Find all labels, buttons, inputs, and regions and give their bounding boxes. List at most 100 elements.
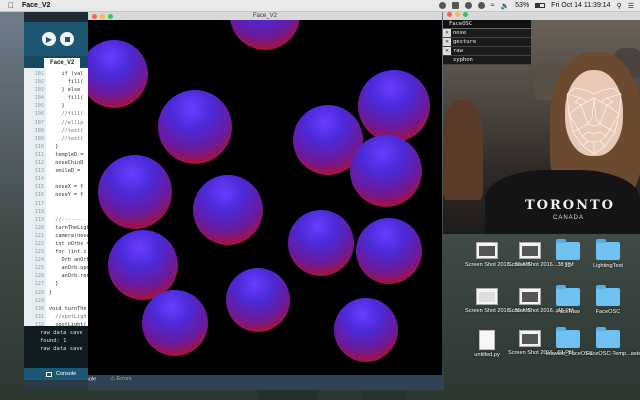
orb-sphere — [142, 290, 208, 356]
line-number: 117 — [34, 200, 44, 207]
option-gesture[interactable]: ✕ gesture — [443, 38, 531, 47]
line-number: 105 — [34, 103, 44, 110]
line-number: 118 — [34, 208, 44, 215]
line-number: 106 — [34, 111, 44, 118]
minimize-button[interactable] — [455, 12, 460, 17]
code-editor[interactable]: 101 102 103 104 105 106 107 108 109 110 111 112 113 1… — [24, 68, 88, 328]
notification-center-icon[interactable]: ☰ — [628, 2, 634, 10]
zoom-button[interactable] — [463, 12, 468, 17]
close-button[interactable] — [447, 12, 452, 17]
volume-icon[interactable]: 🔈 — [500, 2, 509, 10]
orb-sphere — [108, 230, 178, 300]
desktop-icon[interactable]: Screen Shot 2016...35 AM — [465, 288, 530, 315]
code-line: spotLight( — [49, 321, 87, 326]
line-number: 129 — [34, 297, 44, 304]
sketch-window[interactable]: Face_V2 — [88, 12, 442, 375]
desktop-icon[interactable]: Screen Shot 2016...33 AM — [465, 242, 531, 269]
app-menu[interactable]: Face_V2 — [22, 2, 50, 9]
desktop-icon-label: FaceOSC — [595, 309, 621, 315]
orb-sphere — [88, 40, 148, 108]
apple-menu-icon[interactable]:  — [8, 1, 14, 10]
orb-sphere — [230, 20, 300, 50]
battery-percent[interactable]: 53% — [515, 2, 529, 9]
faceosc-window[interactable]: TORONTO CANADA FaceOSC ✕ nose ✕ gesture ✕ r… — [443, 12, 640, 234]
code-line: Orb anOrb — [49, 257, 88, 264]
screenshot-icon — [519, 330, 541, 347]
orb-sphere — [226, 268, 290, 332]
desktop-icon[interactable]: LightingTest — [586, 239, 630, 270]
option-syphon[interactable]: syphon — [443, 56, 531, 65]
line-number: 130 — [34, 305, 44, 312]
checkbox-icon[interactable]: ✕ — [443, 29, 451, 37]
code-line: void turnThe — [49, 305, 87, 312]
menubar-clock[interactable]: Fri Oct 14 11:39:14 — [551, 2, 610, 9]
line-number: 132 — [34, 321, 44, 328]
bluetooth-icon[interactable] — [477, 2, 485, 9]
line-number: 107 — [34, 119, 44, 126]
line-number: 109 — [34, 135, 44, 142]
tab-face-v2[interactable]: Face_V2 — [44, 58, 81, 68]
wifi-icon[interactable]: ≈ — [491, 2, 495, 9]
sketch-titlebar[interactable]: Face_V2 — [88, 12, 442, 20]
desktop-icon[interactable]: FaceOSC-Temp...aster — [586, 327, 640, 358]
option-nose[interactable]: ✕ nose — [443, 29, 531, 38]
panel-title: FaceOSC — [443, 20, 531, 29]
checkbox-icon[interactable]: ✕ — [443, 47, 451, 55]
clock-icon[interactable] — [464, 2, 472, 9]
battery-icon[interactable] — [535, 3, 546, 8]
code-line: noseY = f — [49, 192, 84, 199]
code-line: templeD = — [49, 151, 84, 158]
line-number: 126 — [34, 273, 44, 280]
desktop-icon-label: Screen Shot 2016...33 AM — [465, 262, 531, 268]
line-number: 114 — [34, 176, 44, 183]
line-number: 121 — [34, 232, 44, 239]
line-number-gutter: 101 102 103 104 105 106 107 108 109 110 111 112 113 1… — [24, 68, 46, 328]
desktop-icon[interactable]: 3D — [546, 239, 590, 270]
code-line: } — [49, 289, 53, 296]
orb-sphere — [98, 155, 172, 229]
line-number: 127 — [34, 281, 44, 288]
orb-sphere — [350, 135, 422, 207]
line-number: 119 — [34, 216, 44, 223]
status-area: ≈ 🔈 53% Fri Oct 14 11:39:14 ⚲ ☰ — [438, 2, 634, 10]
processing-editor-window: ▶ Face_V2 101 102 103 104 105 106 107 108 109 110… — [24, 12, 88, 390]
code-line: for (int i — [49, 249, 87, 256]
desktop-icon[interactable]: FaceOSC — [586, 285, 630, 316]
desktop-icon[interactable]: untitled.py — [465, 330, 509, 359]
orb-sphere — [193, 175, 263, 245]
code-lines[interactable]: if (val fill( } else fill( } //fill( //e… — [46, 68, 88, 326]
search-icon[interactable]: ⚲ — [617, 2, 622, 10]
shirt-subtext: CANADA — [553, 215, 585, 221]
run-button[interactable]: ▶ — [42, 32, 56, 46]
code-line: if (val — [49, 71, 84, 77]
folder-icon — [596, 285, 620, 306]
line-number: 110 — [34, 143, 44, 150]
line-number: 103 — [34, 87, 44, 94]
window-controls — [443, 12, 640, 17]
face-tracking-mesh — [566, 87, 622, 155]
stop-button[interactable] — [60, 32, 74, 46]
option-raw[interactable]: ✕ raw — [443, 47, 531, 56]
desktop-icon[interactable]: krawleb_FaceOSC — [546, 327, 593, 358]
checkbox-icon[interactable]: ✕ — [443, 38, 451, 46]
console-tab[interactable]: Console — [56, 371, 76, 377]
dropbox-icon[interactable] — [438, 2, 446, 9]
faceosc-titlebar[interactable] — [443, 12, 640, 20]
sketch-title: Face_V2 — [252, 13, 277, 19]
console-output: raw data saved found: 1 raw data saved — [24, 326, 88, 368]
code-line: fill( — [49, 79, 84, 86]
errors-tab[interactable]: ⚠ Errors — [110, 376, 131, 382]
orb-sphere — [356, 218, 422, 284]
console-icon — [46, 371, 52, 377]
code-line: anOrb.upd — [49, 265, 88, 272]
desktop-icon-label: FaceRaw — [556, 309, 580, 315]
code-line: } — [49, 143, 59, 150]
line-number: 101 — [34, 71, 44, 77]
code-line: } — [49, 281, 59, 288]
display-icon[interactable] — [451, 2, 459, 9]
desktop-icon[interactable]: FaceRaw — [546, 285, 590, 316]
sketch-canvas[interactable] — [88, 20, 442, 375]
folder-icon — [556, 239, 580, 260]
